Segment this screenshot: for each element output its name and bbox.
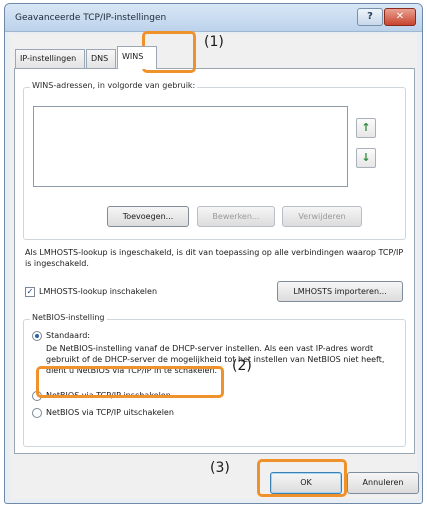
lmhosts-lookup-label[interactable]: LMHOSTS-lookup inschakelen bbox=[39, 286, 157, 297]
netbios-group-label: NetBIOS-instelling bbox=[30, 313, 107, 322]
highlight-ok-button bbox=[257, 459, 347, 497]
tab-dns[interactable]: DNS bbox=[86, 49, 116, 68]
move-up-button[interactable]: ↑ bbox=[356, 118, 376, 138]
window-title: Geavanceerde TCP/IP-instellingen bbox=[15, 13, 167, 23]
remove-button[interactable]: Verwijderen bbox=[282, 206, 362, 227]
netbios-disable-label[interactable]: NetBIOS via TCP/IP uitschakelen bbox=[46, 407, 174, 418]
callout-1: (1) bbox=[204, 34, 224, 50]
callout-2: (2) bbox=[232, 358, 252, 374]
tab-ip-settings[interactable]: IP-instellingen bbox=[15, 49, 85, 68]
tab-wins[interactable]: WINS bbox=[117, 46, 157, 69]
arrow-up-icon: ↑ bbox=[361, 121, 371, 134]
lmhosts-lookup-checkbox[interactable]: ✓ bbox=[25, 287, 35, 297]
move-down-button[interactable]: ↓ bbox=[356, 148, 376, 168]
cancel-button[interactable]: Annuleren bbox=[347, 472, 419, 494]
dialog-window: Geavanceerde TCP/IP-instellingen ? ✕ IP-… bbox=[4, 3, 423, 504]
wins-addresses-group-label: WINS-adressen, in volgorde van gebruik: bbox=[30, 81, 198, 90]
wins-address-list[interactable] bbox=[33, 106, 348, 187]
lmhosts-info-text: Als LMHOSTS-lookup is ingeschakeld, is d… bbox=[25, 248, 404, 268]
lmhosts-import-button[interactable]: LMHOSTS importeren... bbox=[277, 281, 403, 302]
highlight-netbios-enable bbox=[36, 366, 224, 398]
close-button[interactable]: ✕ bbox=[384, 8, 416, 26]
netbios-default-radio[interactable] bbox=[32, 331, 42, 341]
arrow-down-icon: ↓ bbox=[361, 151, 371, 164]
wins-addresses-group: WINS-adressen, in volgorde van gebruik: … bbox=[23, 81, 406, 240]
help-button[interactable]: ? bbox=[357, 8, 383, 26]
netbios-disable-radio[interactable] bbox=[32, 408, 42, 418]
add-button[interactable]: Toevoegen... bbox=[107, 206, 189, 227]
netbios-default-label[interactable]: Standaard: bbox=[46, 330, 90, 341]
callout-3: (3) bbox=[210, 460, 230, 476]
dialog-body: IP-instellingen DNS WINS WINS-adressen, … bbox=[10, 34, 419, 499]
edit-button[interactable]: Bewerken... bbox=[197, 206, 275, 227]
title-bar: Geavanceerde TCP/IP-instellingen ? ✕ bbox=[5, 4, 422, 32]
